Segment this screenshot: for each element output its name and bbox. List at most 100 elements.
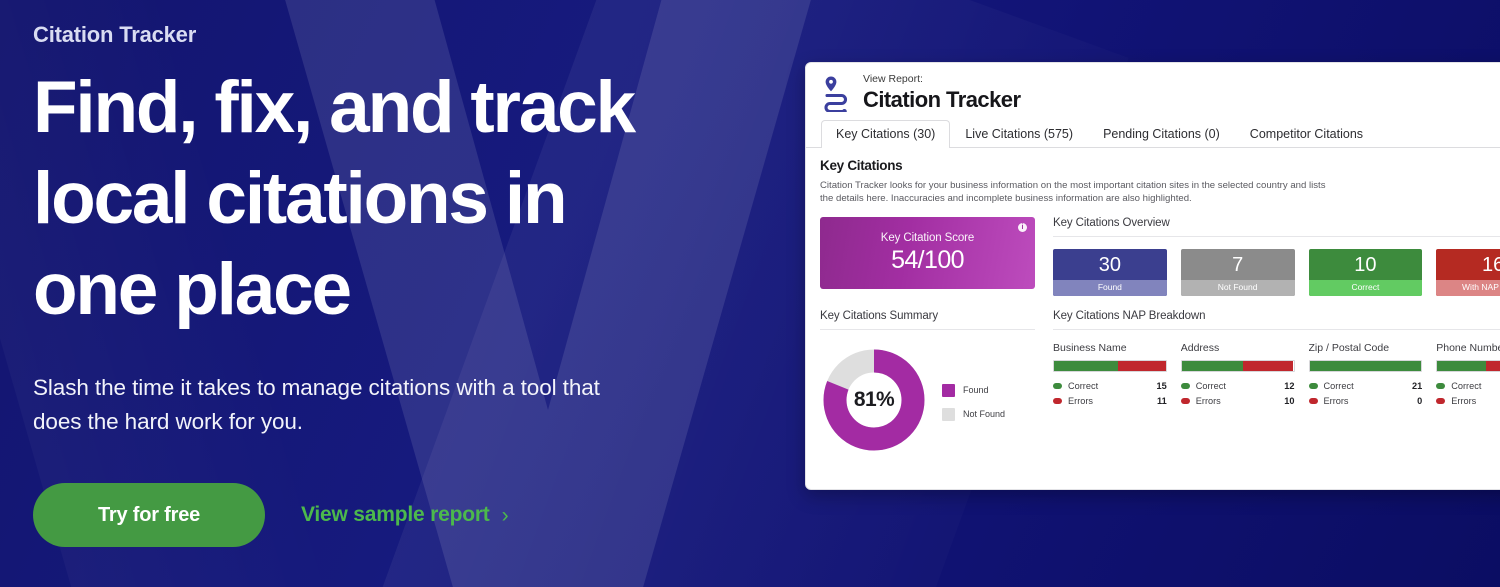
- nap-errors-value: 10: [1284, 396, 1295, 406]
- hero-eyebrow: Citation Tracker: [33, 22, 197, 47]
- hero-actions: Try for free View sample report ›: [33, 483, 773, 547]
- nap-bar-correct: [1181, 361, 1243, 371]
- stat-value: 16: [1482, 254, 1500, 276]
- errors-dot-icon: [1180, 398, 1190, 404]
- key-citation-score-card: i Key Citation Score 54/100: [820, 217, 1035, 289]
- legend-item: Found: [942, 383, 1005, 397]
- view-sample-report-link[interactable]: View sample report ›: [301, 503, 509, 527]
- stat-value: 10: [1354, 254, 1377, 276]
- nap-field-name: Zip / Postal Code: [1308, 342, 1390, 354]
- overview-heading: Key Citations Overview: [1053, 217, 1500, 237]
- nap-column: Key Citations NAP Breakdown Business Nam…: [1053, 310, 1500, 454]
- panel-description: Citation Tracker looks for your business…: [820, 180, 1326, 204]
- stat-label: Correct: [1308, 280, 1423, 296]
- stat-label: With NAP Errors: [1436, 280, 1500, 296]
- nap-bar-correct: [1437, 361, 1486, 371]
- legend-item: Not Found: [942, 407, 1006, 421]
- nap-field-name: Address: [1180, 342, 1220, 354]
- nap-correct-label: Correct: [1451, 381, 1482, 391]
- chevron-right-icon: ›: [501, 503, 509, 527]
- nap-field-name: Phone Number: [1436, 342, 1500, 354]
- legend-label: Not Found: [963, 409, 1006, 419]
- info-icon[interactable]: i: [1018, 223, 1027, 232]
- correct-dot-icon: [1308, 383, 1318, 389]
- hero-content: Citation Tracker Find, fix, and track lo…: [33, 22, 773, 547]
- legend-swatch: [942, 407, 955, 421]
- overview-row: i Key Citation Score 54/100 Key Citation…: [820, 217, 1500, 296]
- nap-correct-row: Correct 21: [1308, 381, 1423, 391]
- nap-errors-label: Errors: [1323, 396, 1349, 406]
- stat-value: 7: [1232, 254, 1244, 276]
- score-value: 54/100: [891, 245, 964, 274]
- donut-center-label: 81%: [853, 388, 895, 411]
- tab-key-citations[interactable]: Key Citations (30): [821, 120, 951, 148]
- nap-correct-label: Correct: [1068, 381, 1099, 391]
- nap-bar-errors: [1118, 361, 1166, 371]
- nap-bar: [1053, 360, 1167, 372]
- key-citations-panel: Key Citations Citation Tracker looks for…: [806, 148, 1500, 454]
- summary-donut-wrap: 81% Found Not Found: [820, 342, 1035, 454]
- nap-errors-label: Errors: [1195, 396, 1221, 406]
- overview-stat-cards: 30 Found 7 Not Found 10 Correct 16 With NAP Err…: [1053, 249, 1500, 296]
- stat-value: 30: [1098, 254, 1121, 276]
- nap-correct-value: 12: [1284, 381, 1295, 391]
- nap-errors-row: Errors 0: [1308, 396, 1423, 406]
- nap-bar: [1308, 360, 1423, 372]
- nap-errors-value: 0: [1417, 396, 1423, 406]
- nap-correct-row: Correct10: [1436, 381, 1500, 391]
- score-column: i Key Citation Score 54/100: [820, 217, 1035, 296]
- nap-errors-row: Errors13: [1436, 396, 1500, 406]
- errors-dot-icon: [1436, 398, 1446, 404]
- nap-correct-row: Correct 12: [1180, 381, 1295, 391]
- nap-bar: [1436, 360, 1500, 372]
- summary-donut-chart: 81%: [820, 346, 928, 454]
- nap-breakdown-grid: Business Name Correct 15 Errors 11 Address Cor…: [1053, 342, 1500, 411]
- nap-bar: [1180, 360, 1295, 372]
- nap-errors-row: Errors 10: [1180, 396, 1295, 406]
- summary-heading: Key Citations Summary: [820, 310, 1035, 330]
- nap-bar-errors: [1485, 361, 1500, 371]
- nap-errors-label: Errors: [1451, 396, 1477, 406]
- stat-card[interactable]: 16 With NAP Errors: [1436, 249, 1500, 296]
- nap-correct-label: Correct: [1323, 381, 1354, 391]
- nap-column-item: Phone Number Correct10 Errors13: [1436, 342, 1500, 411]
- stat-card[interactable]: 30 Found: [1053, 249, 1167, 296]
- correct-dot-icon: [1436, 383, 1446, 389]
- view-report-label: View Report:: [863, 73, 923, 85]
- nap-correct-value: 15: [1156, 381, 1167, 391]
- nap-bar-correct: [1054, 361, 1119, 371]
- tab-competitor-citations[interactable]: Competitor Citations: [1235, 120, 1378, 148]
- try-for-free-button[interactable]: Try for free: [33, 483, 265, 547]
- nap-errors-row: Errors 11: [1053, 396, 1167, 406]
- legend-swatch: [942, 383, 955, 397]
- correct-dot-icon: [1180, 383, 1190, 389]
- nap-errors-label: Errors: [1068, 396, 1094, 406]
- nap-column-item: Zip / Postal Code Correct 21 Errors 0: [1308, 342, 1423, 411]
- tab-pending-citations[interactable]: Pending Citations (0): [1088, 120, 1235, 148]
- tab-bar: Key Citations (30) Live Citations (575) …: [806, 120, 1500, 148]
- hero-banner: Citation Tracker Find, fix, and track lo…: [0, 0, 1500, 587]
- route-pin-icon: [822, 74, 852, 112]
- nap-correct-value: 21: [1412, 381, 1423, 391]
- app-title: Citation Tracker: [863, 87, 1021, 112]
- app-header: View Report: Citation Tracker: [806, 63, 1500, 120]
- stat-card[interactable]: 10 Correct: [1308, 249, 1423, 296]
- citation-tracker-app-preview: View Report: Citation Tracker Key Citati…: [805, 62, 1500, 490]
- nap-heading: Key Citations NAP Breakdown: [1053, 310, 1500, 330]
- nap-bar-correct: [1309, 361, 1422, 371]
- errors-dot-icon: [1053, 398, 1062, 404]
- nap-column-item: Business Name Correct 15 Errors 11: [1053, 342, 1167, 411]
- summary-column: Key Citations Summary 81% Found Not Found: [820, 310, 1035, 454]
- nap-field-name: Business Name: [1053, 342, 1127, 354]
- view-sample-report-label: View sample report: [301, 503, 490, 526]
- nap-errors-value: 11: [1157, 396, 1167, 406]
- stat-card[interactable]: 7 Not Found: [1180, 249, 1295, 296]
- hero-subtitle: Slash the time it takes to manage citati…: [33, 375, 600, 434]
- nap-correct-row: Correct 15: [1053, 381, 1167, 391]
- correct-dot-icon: [1053, 383, 1062, 389]
- donut-legend: Found Not Found: [942, 380, 1005, 421]
- nap-bar-errors: [1242, 361, 1294, 371]
- page-title: Find, fix, and track local citations in …: [33, 67, 636, 330]
- tab-live-citations[interactable]: Live Citations (575): [950, 120, 1088, 148]
- panel-title: Key Citations: [820, 158, 903, 173]
